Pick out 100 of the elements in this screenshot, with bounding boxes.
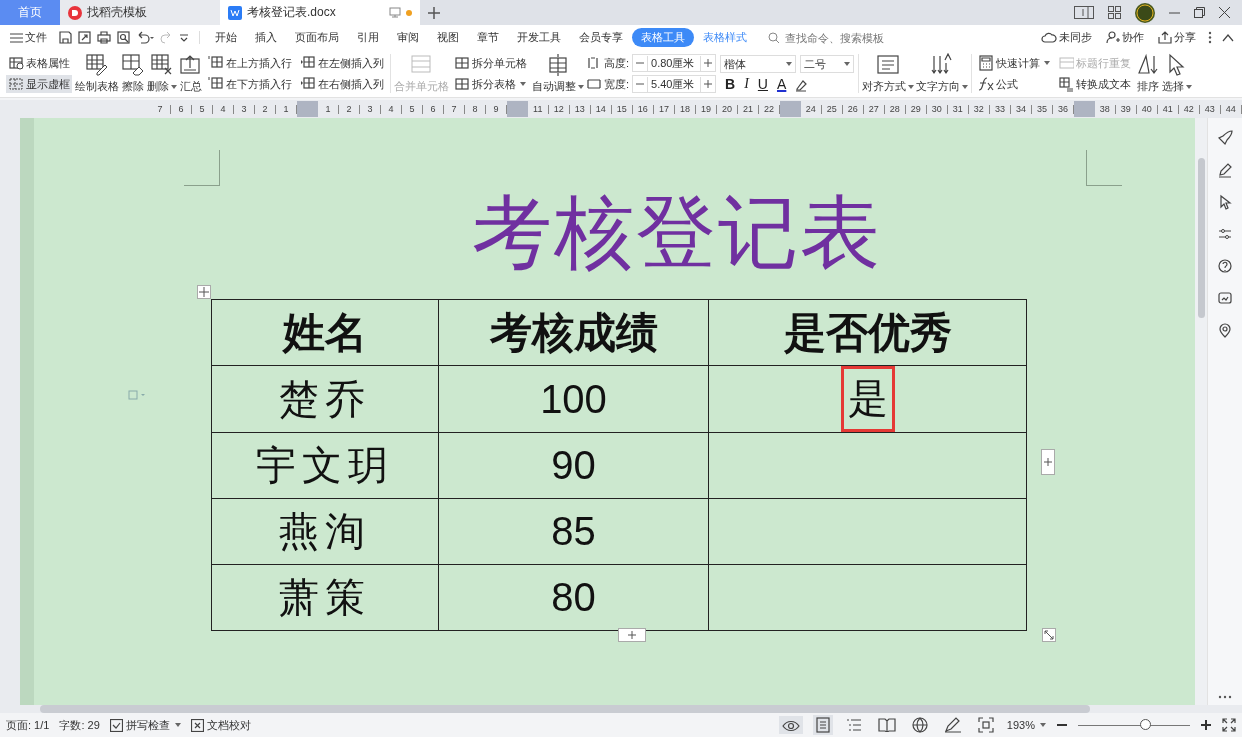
ribbon-button[interactable]: 表格属性 xyxy=(6,54,72,72)
toolbar-button[interactable]: 分享 xyxy=(1156,29,1198,46)
ribbon-tab[interactable]: 页面布局 xyxy=(286,28,348,47)
toolbar-button[interactable]: 协作 xyxy=(1104,29,1146,46)
ribbon-button[interactable]: 文字方向 xyxy=(915,50,970,97)
spell-check-button[interactable]: 拼写检查 xyxy=(109,717,181,733)
restore-icon[interactable] xyxy=(1194,7,1205,18)
ribbon-tab[interactable]: 章节 xyxy=(468,28,508,47)
export-icon[interactable] xyxy=(78,31,91,44)
ribbon-button[interactable]: 绘制表格 xyxy=(74,50,120,97)
scrollbar-thumb[interactable] xyxy=(40,705,1090,713)
ribbon-button[interactable]: 公式 xyxy=(976,75,1053,93)
zoom-in-icon[interactable] xyxy=(1200,719,1212,731)
fullscreen-icon[interactable] xyxy=(1222,718,1236,732)
format-button[interactable]: A xyxy=(776,76,788,92)
help-icon[interactable] xyxy=(1217,258,1233,274)
pen-icon[interactable] xyxy=(1217,162,1233,178)
insert-row-icon xyxy=(208,76,224,92)
eraser-icon xyxy=(121,53,145,77)
ribbon-button[interactable]: 拆分表格 xyxy=(452,75,529,93)
format-button[interactable]: U xyxy=(756,76,769,92)
format-button[interactable]: I xyxy=(743,76,750,92)
pointer-icon[interactable] xyxy=(1217,194,1233,210)
ribbon-tab[interactable]: 引用 xyxy=(348,28,388,47)
ruler-number: 39 xyxy=(1115,104,1137,114)
format-button[interactable]: B xyxy=(724,76,737,92)
ribbon-button[interactable]: 对齐方式 xyxy=(861,50,916,97)
avatar-icon[interactable] xyxy=(1135,2,1155,23)
ribbon-button[interactable]: 在左侧插入列 xyxy=(298,54,386,72)
ribbon-button[interactable]: 在上方插入行 xyxy=(206,54,294,72)
ruler-number: 29 xyxy=(905,104,927,114)
customize-icon[interactable] xyxy=(179,32,189,43)
location-icon[interactable] xyxy=(1217,322,1233,338)
ribbon-button[interactable]: 在右侧插入列 xyxy=(298,75,386,93)
ribbon-button[interactable]: 转换成文本 xyxy=(1056,75,1134,93)
zoom-dropdown[interactable]: 193% xyxy=(1006,719,1046,731)
ruler-number: 24 xyxy=(800,104,822,114)
undo-icon[interactable] xyxy=(136,31,154,44)
file-menu[interactable]: 文件 xyxy=(8,29,49,46)
ribbon-button[interactable]: 快速计算 xyxy=(976,54,1053,72)
move-handle-icon[interactable] xyxy=(197,285,211,299)
ribbon-button[interactable]: 擦除 xyxy=(120,50,146,97)
print-icon[interactable] xyxy=(97,31,111,44)
proofread-button[interactable]: 文档校对 xyxy=(190,717,251,733)
tab[interactable]: 考核登记表.docx xyxy=(220,0,420,25)
plus-icon[interactable] xyxy=(704,59,713,67)
save-icon[interactable] xyxy=(59,31,72,44)
margin-marker[interactable] xyxy=(297,101,318,117)
column-marker[interactable] xyxy=(779,101,801,117)
more-icon[interactable] xyxy=(1218,695,1232,699)
collapse-icon[interactable] xyxy=(1222,33,1234,42)
image-edit-icon[interactable] xyxy=(1217,290,1233,306)
insert-row-icon xyxy=(208,55,224,71)
plus-icon xyxy=(628,631,636,639)
font-size-dropdown[interactable]: 二号 xyxy=(800,55,855,73)
tab[interactable]: 找稻壳模板 xyxy=(60,0,220,25)
ribbon-tab[interactable]: 插入 xyxy=(246,28,286,47)
scrollbar-thumb[interactable] xyxy=(1197,158,1205,318)
checkbox-icon xyxy=(109,718,123,732)
ribbon-tab[interactable]: 视图 xyxy=(428,28,468,47)
apps-grid-icon[interactable] xyxy=(1108,6,1121,19)
ribbon-button[interactable]: 删除 xyxy=(146,50,178,97)
document-title: 考核登记表 xyxy=(472,187,882,279)
layout-icon[interactable] xyxy=(1074,6,1094,19)
print-preview-icon[interactable] xyxy=(117,31,130,44)
ribbon-button[interactable]: 选择 xyxy=(1161,50,1194,97)
page-view-button[interactable] xyxy=(812,715,833,735)
ribbon-tab[interactable]: 审阅 xyxy=(388,28,428,47)
ribbon-button[interactable]: 显示虚框 xyxy=(6,75,72,93)
ribbon-button[interactable]: 拆分单元格 xyxy=(452,54,529,72)
sliders-icon[interactable] xyxy=(1217,226,1233,242)
new-tab-icon[interactable] xyxy=(428,6,440,19)
plus-icon[interactable] xyxy=(704,80,713,88)
ribbon-button[interactable]: 自动调整 xyxy=(531,50,585,97)
rocket-icon[interactable] xyxy=(1217,130,1233,146)
resize-handle-icon[interactable] xyxy=(1042,628,1056,642)
align-icon xyxy=(876,53,901,77)
search-icon xyxy=(768,31,780,44)
cross-box-icon xyxy=(190,718,204,732)
ruler-number: 11 xyxy=(527,104,549,114)
ribbon-button[interactable]: 汇总 xyxy=(178,50,204,97)
eye-protection-button[interactable] xyxy=(778,716,803,734)
column-marker[interactable] xyxy=(1073,101,1095,117)
ribbon-tab[interactable]: 开发工具 xyxy=(508,28,570,47)
column-marker[interactable] xyxy=(507,101,528,117)
ruler-number: 4 xyxy=(380,104,402,114)
slider-thumb[interactable] xyxy=(1140,719,1152,730)
ribbon-tab[interactable]: 会员专享 xyxy=(570,28,632,47)
search-field[interactable]: 查找命令、搜索模板 xyxy=(768,30,913,45)
size-field[interactable]: 5.40厘米 xyxy=(632,75,717,93)
ribbon-button[interactable]: 在下方插入行 xyxy=(206,75,294,93)
close-icon[interactable] xyxy=(1219,7,1230,18)
ribbon-tab[interactable]: 开始 xyxy=(206,28,246,47)
more-icon[interactable] xyxy=(1208,31,1212,44)
size-field[interactable]: 0.80厘米 xyxy=(632,54,717,72)
ribbon-button[interactable]: 排序 xyxy=(1135,50,1162,97)
ribbon-tab[interactable]: 表格样式 xyxy=(694,28,756,47)
unsaved-dot xyxy=(406,9,412,16)
font-dropdown[interactable]: 楷体 xyxy=(720,55,797,73)
toolbar-button[interactable]: 未同步 xyxy=(1039,29,1094,46)
